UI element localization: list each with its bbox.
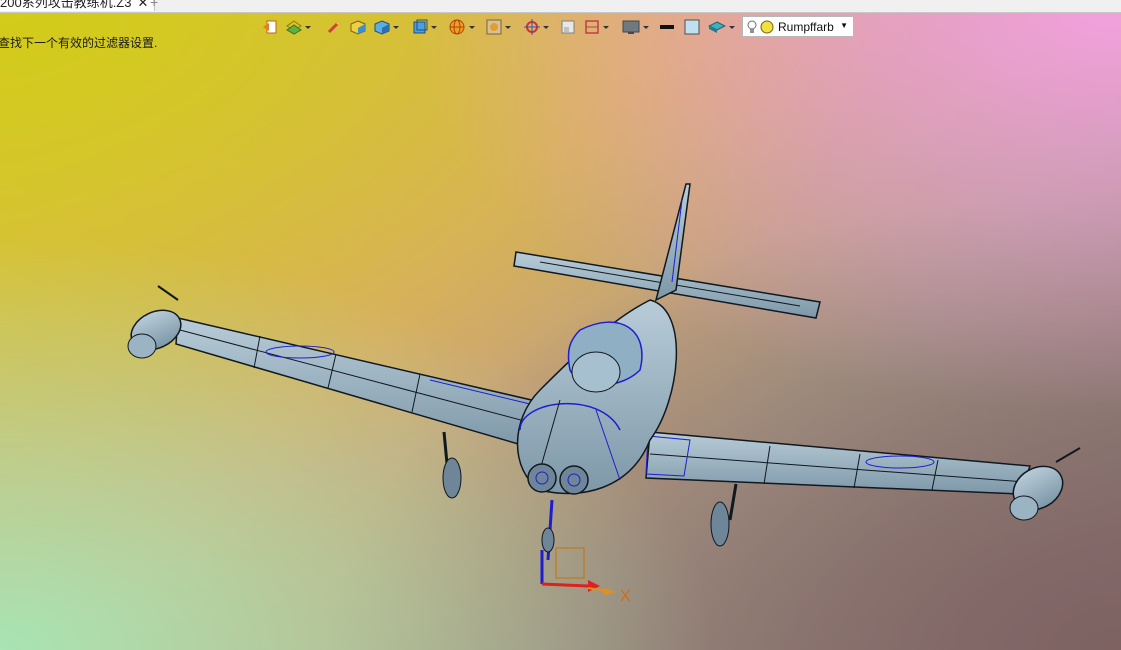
layers-icon[interactable]: [286, 18, 311, 36]
render-mode-dropdown[interactable]: Rumpffarb ▼: [742, 16, 854, 37]
3d-viewport[interactable]: X 200系列攻击教练机.Z3 ✕ + 查找下一个有效的过滤器设置. Rumpf…: [0, 0, 1121, 650]
sphere-icon[interactable]: [448, 18, 475, 36]
import-icon[interactable]: [262, 18, 278, 36]
render-mode-label: Rumpffarb: [778, 19, 834, 34]
view-cube-icon[interactable]: [412, 18, 437, 36]
box-icon[interactable]: [560, 18, 576, 36]
chevron-down-icon[interactable]: [505, 25, 511, 29]
status-message: 查找下一个有效的过滤器设置.: [0, 36, 158, 50]
chevron-down-icon[interactable]: ▼: [840, 21, 848, 30]
pen-icon[interactable]: [326, 18, 342, 36]
tab-label: 200系列攻击教练机.Z3: [0, 0, 132, 10]
target-icon[interactable]: [524, 18, 549, 36]
aircraft-model[interactable]: X: [0, 0, 1121, 650]
solid-icon[interactable]: [350, 18, 366, 36]
new-tab-icon[interactable]: +: [150, 0, 158, 11]
chevron-down-icon[interactable]: [393, 25, 399, 29]
bulb-icon: [747, 20, 757, 33]
line-color-icon[interactable]: [660, 18, 674, 36]
right-wing[interactable]: [645, 431, 1081, 521]
frame-icon[interactable]: [486, 18, 511, 36]
chevron-down-icon[interactable]: [431, 25, 437, 29]
tab-active-document[interactable]: 200系列攻击教练机.Z3 ✕: [0, 0, 156, 11]
chevron-down-icon[interactable]: [305, 25, 311, 29]
chevron-down-icon[interactable]: [643, 25, 649, 29]
cube-icon[interactable]: [374, 18, 399, 36]
section-icon[interactable]: [584, 18, 609, 36]
document-tabbar: 200系列攻击教练机.Z3 ✕ +: [0, 0, 1121, 13]
axis-x-label: X: [620, 588, 631, 605]
fill-color-icon[interactable]: [684, 18, 700, 36]
display-icon[interactable]: [622, 18, 649, 36]
close-icon[interactable]: ✕: [137, 0, 148, 10]
axis-triad: X: [540, 547, 631, 605]
color-swatch-icon: [760, 20, 774, 33]
left-wing[interactable]: [125, 285, 541, 449]
texture-icon[interactable]: [708, 18, 735, 36]
chevron-down-icon[interactable]: [603, 25, 609, 29]
chevron-down-icon[interactable]: [543, 25, 549, 29]
chevron-down-icon[interactable]: [729, 25, 735, 29]
chevron-down-icon[interactable]: [469, 25, 475, 29]
